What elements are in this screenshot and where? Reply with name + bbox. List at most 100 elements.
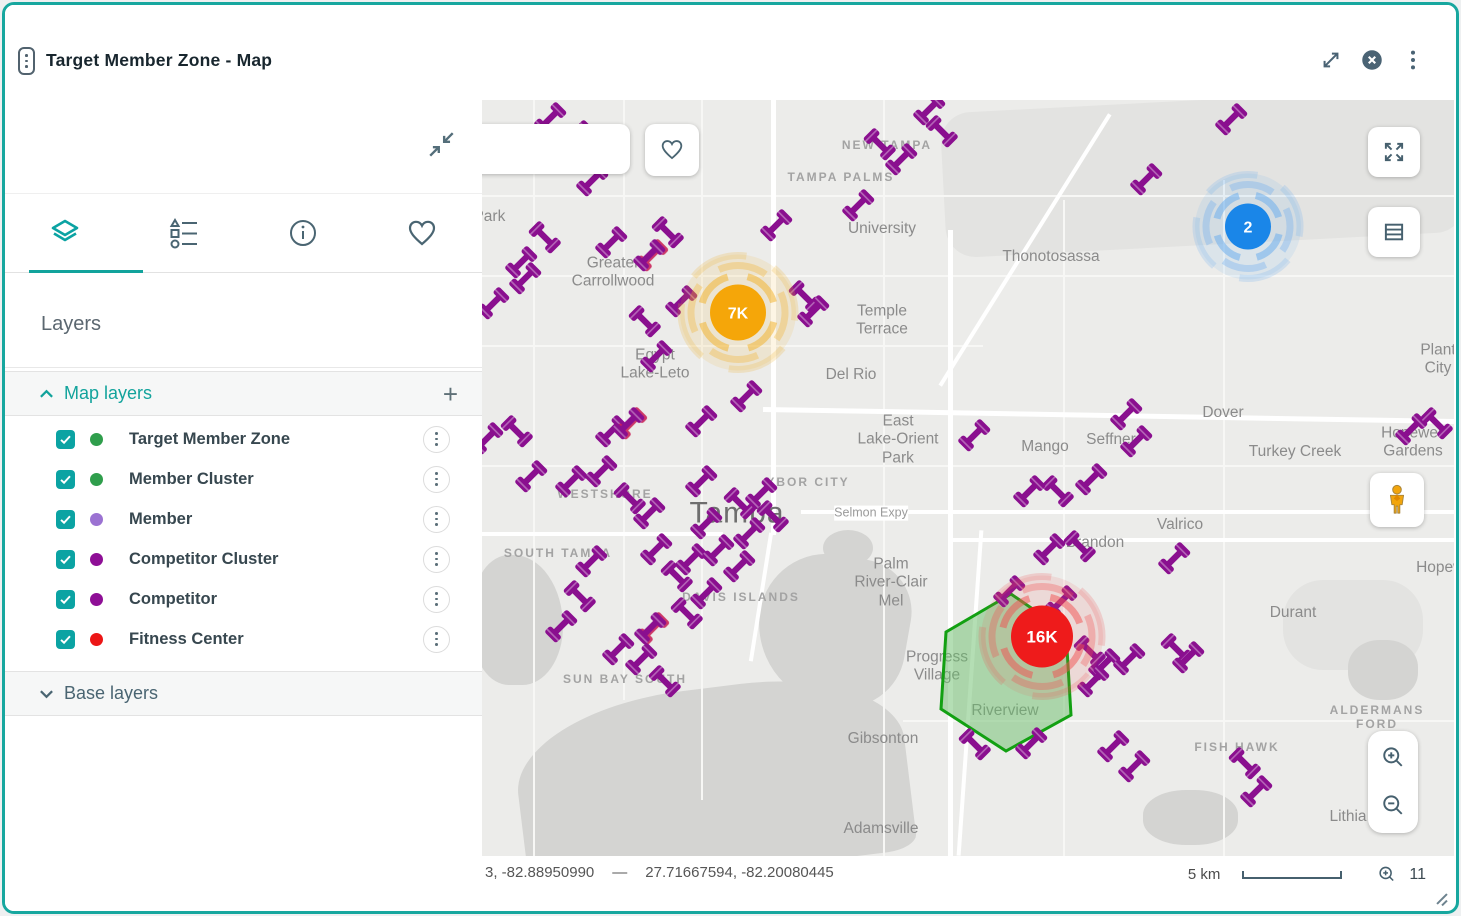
layer-color-dot [90, 433, 103, 446]
layer-row: Competitor [5, 579, 482, 619]
competitor-marker[interactable] [832, 179, 888, 235]
layer-visibility-checkbox[interactable] [56, 550, 75, 569]
kebab-menu-icon [1403, 49, 1423, 71]
layer-label: Fitness Center [129, 630, 244, 649]
chevron-down-icon [39, 689, 54, 699]
road-line [903, 720, 1454, 722]
road-sr60 [953, 538, 1454, 542]
highway-i75 [948, 230, 953, 856]
tab-legend[interactable] [124, 194, 243, 272]
window-title: Target Member Zone - Map [46, 50, 272, 71]
road-gandy [463, 532, 723, 536]
layer-label: Target Member Zone [129, 430, 290, 449]
layers-panel-title: Layers [41, 313, 101, 336]
water-shape [1348, 640, 1418, 700]
pegman-button[interactable] [1370, 473, 1424, 527]
cluster-marker-2[interactable]: 2 [1191, 170, 1305, 289]
layer-visibility-checkbox[interactable] [56, 590, 75, 609]
chevron-up-icon [39, 389, 54, 399]
layer-visibility-checkbox[interactable] [56, 430, 75, 449]
heart-icon [659, 137, 685, 163]
svg-text:7K: 7K [728, 305, 749, 322]
collapse-panel-button[interactable] [426, 129, 458, 161]
layer-color-dot [90, 633, 103, 646]
legend-icon [168, 217, 200, 249]
scale-zoom-icon [1376, 864, 1398, 886]
road-line [1063, 200, 1065, 856]
map-search-box[interactable] [463, 124, 630, 174]
coords-separator: — [612, 864, 627, 881]
map-place-label: Progress Village [906, 649, 968, 686]
tab-favorites[interactable] [363, 194, 482, 272]
checkmark-icon [59, 473, 72, 486]
layer-color-dot [90, 553, 103, 566]
map-place-label: TAMPA PALMS [788, 170, 895, 184]
map-place-label: Lithia [1329, 808, 1366, 826]
zoom-in-icon [1379, 744, 1407, 772]
checkmark-icon [59, 593, 72, 606]
add-layer-button[interactable]: + [443, 381, 458, 407]
zoom-out-icon [1379, 792, 1407, 820]
svg-text:2: 2 [1244, 219, 1253, 236]
layer-options-button[interactable] [423, 506, 450, 533]
layer-color-dot [90, 513, 103, 526]
info-icon [287, 217, 319, 249]
layer-visibility-checkbox[interactable] [56, 630, 75, 649]
checkmark-icon [59, 633, 72, 646]
window-menu-button[interactable] [1400, 47, 1426, 73]
base-layers-label: Base layers [64, 683, 158, 704]
map-status-bar: 3, -82.88950990—27.71667594, -82.2008044… [463, 856, 1454, 893]
panel-tabs [5, 193, 482, 273]
layer-color-dot [90, 473, 103, 486]
layer-list: Target Member Zone Member Cluster Member… [5, 419, 482, 659]
map-viewport: NEW TAMPATAMPA PALMSUniversityThonotosas… [463, 100, 1454, 856]
layer-row: Member [5, 499, 482, 539]
map-place-label: Hopewell [1416, 559, 1454, 577]
layer-visibility-checkbox[interactable] [56, 470, 75, 489]
layer-options-button[interactable] [423, 426, 450, 453]
layer-options-button[interactable] [423, 626, 450, 653]
drag-handle-icon[interactable] [18, 47, 35, 75]
tab-layers[interactable] [5, 194, 124, 272]
competitor-marker[interactable] [675, 395, 731, 451]
zoom-level-label: 11 [1409, 866, 1426, 884]
layer-color-dot [90, 593, 103, 606]
competitor-marker[interactable] [1005, 717, 1061, 773]
cluster-marker-7k[interactable]: 7K [676, 251, 800, 380]
competitor-marker[interactable] [945, 718, 1001, 774]
favorite-button[interactable] [645, 124, 699, 176]
zoom-out-button[interactable] [1371, 784, 1415, 828]
expand-window-button[interactable] [1318, 47, 1344, 73]
scale-distance-label: 5 km [1188, 866, 1221, 883]
resize-handle[interactable] [1435, 892, 1449, 906]
cluster-marker-16k[interactable]: 16K [977, 572, 1107, 707]
layer-visibility-checkbox[interactable] [56, 510, 75, 529]
layer-options-button[interactable] [423, 466, 450, 493]
collapse-icon [427, 130, 457, 160]
competitor-marker[interactable] [750, 199, 806, 255]
close-window-button[interactable] [1359, 47, 1385, 73]
layer-options-button[interactable] [423, 586, 450, 613]
fullscreen-button[interactable] [1368, 127, 1420, 177]
favorites-heart-icon [406, 217, 438, 249]
map-canvas[interactable]: NEW TAMPATAMPA PALMSUniversityThonotosas… [463, 100, 1454, 856]
layer-row: Member Cluster [5, 459, 482, 499]
competitor-marker[interactable] [948, 409, 1004, 465]
checkmark-icon [59, 553, 72, 566]
data-table-button[interactable] [1368, 207, 1420, 257]
map-place-label: Turkey Creek [1249, 443, 1341, 461]
extent-coord-left: 3, -82.88950990 [485, 864, 594, 881]
layer-row: Competitor Cluster [5, 539, 482, 579]
map-extent-coordinates: 3, -82.88950990—27.71667594, -82.2008044… [485, 864, 834, 881]
layer-options-button[interactable] [423, 546, 450, 573]
active-tab-indicator [29, 270, 143, 273]
tab-info[interactable] [244, 194, 363, 272]
base-layers-section-header[interactable]: Base layers [5, 671, 482, 716]
layers-panel: Layers Map layers + Target Member Zone M… [5, 5, 482, 911]
map-layers-section-header[interactable]: Map layers + [5, 371, 482, 416]
map-place-label: Mango [1021, 438, 1068, 456]
zoom-in-button[interactable] [1371, 736, 1415, 780]
close-icon [1359, 47, 1385, 73]
map-window: NEW TAMPATAMPA PALMSUniversityThonotosas… [2, 2, 1459, 914]
window-title-bar: Target Member Zone - Map [5, 5, 1456, 100]
